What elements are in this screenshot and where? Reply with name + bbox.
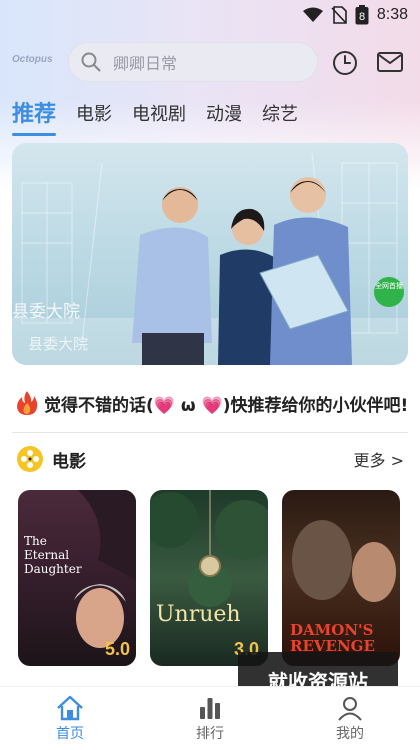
banner-overlay-subtitle: 县委大院 [28,335,89,353]
section-title: 电影 [52,451,86,472]
search-icon [81,52,101,72]
tab-tv-series[interactable]: 电视剧 [132,102,186,128]
history-icon[interactable] [332,50,358,80]
profile-icon [338,696,362,721]
tab-movie[interactable]: 电影 [76,102,112,128]
bottom-navigation: 首页 排行 我的 [0,686,420,750]
nav-home[interactable]: 首页 [30,695,110,743]
poster-score: 5.0 [104,639,130,659]
search-placeholder: 卿卿日常 [113,54,178,73]
poster-list: The Eternal Daughter 5.0 Unrueh 3.0 DAMO… [18,490,400,666]
poster-title: DAMON'S REVENGE [290,621,375,655]
movie-section-header: 电影 更多 > [16,442,404,476]
tab-variety[interactable]: 综艺 [262,102,298,128]
home-icon [57,695,83,720]
poster-card[interactable]: The Eternal Daughter 5.0 [18,490,136,666]
more-button[interactable]: 更多 > [354,447,405,471]
tab-recommend[interactable]: 推荐 [12,102,57,136]
app-header: Octopus 卿卿日常 [0,42,420,82]
poster-title: Unrueh [156,602,241,627]
wifi-icon [302,7,323,22]
film-reel-icon [17,446,43,472]
status-bar: 8 8:38 [0,0,420,30]
recommend-text: 觉得不错的话(💗 ω 💗)快推荐给你的小伙伴吧! [44,395,409,416]
poster-card[interactable]: Unrueh 3.0 [150,490,268,666]
nav-ranking[interactable]: 排行 [170,695,250,743]
no-sim-icon [331,6,347,24]
status-time: 8:38 [376,6,408,23]
nav-label: 首页 [56,725,84,742]
battery-icon: 8 [355,5,369,25]
banner-overlay-title: 县委大院 [12,302,80,322]
nav-label: 我的 [336,725,364,742]
svg-text:8: 8 [359,11,365,23]
tab-anime[interactable]: 动漫 [206,102,242,128]
category-tabs: 推荐 电影 电视剧 动漫 综艺 [12,102,298,138]
banner-image [12,152,408,365]
app-logo: Octopus [12,54,53,65]
recommend-banner: 觉得不错的话(💗 ω 💗)快推荐给你的小伙伴吧! [16,390,408,416]
ranking-icon [200,697,220,719]
search-input[interactable]: 卿卿日常 [68,42,318,82]
divider [12,432,408,433]
message-icon[interactable] [376,50,404,78]
nav-profile[interactable]: 我的 [310,695,390,743]
poster-card[interactable]: DAMON'S REVENGE [282,490,400,666]
featured-banner[interactable]: 县委大院 县委大院 全网首播 [12,143,408,365]
poster-title: The Eternal Daughter [24,534,82,576]
banner-badge: 全网首播 [374,277,404,307]
nav-label: 排行 [196,725,224,742]
fire-icon [17,391,38,415]
